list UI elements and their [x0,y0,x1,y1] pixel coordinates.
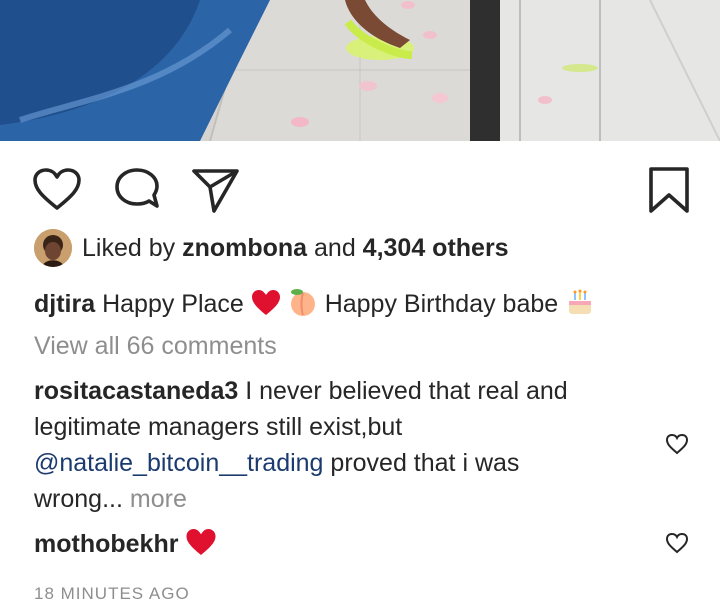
comment-1-line-1: rositacastaneda3 I never believed that r… [34,376,568,406]
action-bar [0,141,720,236]
comment-1-line-3: @natalie_bitcoin__trading proved that i … [34,448,519,478]
likes-middle: and [307,233,363,262]
peach-emoji [288,287,318,324]
heart-outline-icon[interactable] [32,168,82,212]
comment-username[interactable]: rositacastaneda3 [34,377,238,405]
comment-2: mothobekhr [34,528,217,563]
likes-text: Liked by znombona and 4,304 others [82,234,509,263]
comment-mention-link[interactable]: @natalie_bitcoin__trading [34,449,323,477]
bookmark-icon[interactable] [648,166,690,214]
comment-1-line-2: legitimate managers still exist,but [34,413,403,441]
liker-avatar[interactable] [34,229,72,267]
comment-username[interactable]: mothobekhr [34,530,178,558]
birthday-cake-emoji [565,287,595,324]
liker-username[interactable]: znombona [182,234,307,262]
caption: djtira Happy Place Happy Birthday babe [34,287,595,324]
post-timestamp: 18 MINUTES AGO [34,584,190,603]
comment-like-heart-icon[interactable] [665,433,689,460]
comment-1-line-4: wrong... more [34,484,187,514]
caption-text-after: Happy Birthday babe [324,290,559,319]
likes-prefix: Liked by [82,233,183,262]
comment-text-end: wrong... [34,485,123,513]
comment-like-heart-icon[interactable] [665,532,689,559]
comment-bubble-icon[interactable] [112,168,162,214]
likes-row[interactable]: Liked by znombona and 4,304 others [34,229,509,267]
red-heart-emoji [185,528,217,563]
caption-text: Happy Place [102,290,244,319]
likes-count[interactable]: 4,304 others [363,234,509,262]
more-link[interactable]: more [123,485,187,513]
comment-text: I never believed that real and [245,377,568,405]
post-photo[interactable] [0,0,720,141]
caption-username[interactable]: djtira [34,290,95,318]
paper-plane-icon[interactable] [191,167,241,215]
red-heart-emoji [251,289,281,323]
view-all-comments-link[interactable]: View all 66 comments [34,331,277,361]
comment-text-rest: proved that i was [323,449,520,477]
